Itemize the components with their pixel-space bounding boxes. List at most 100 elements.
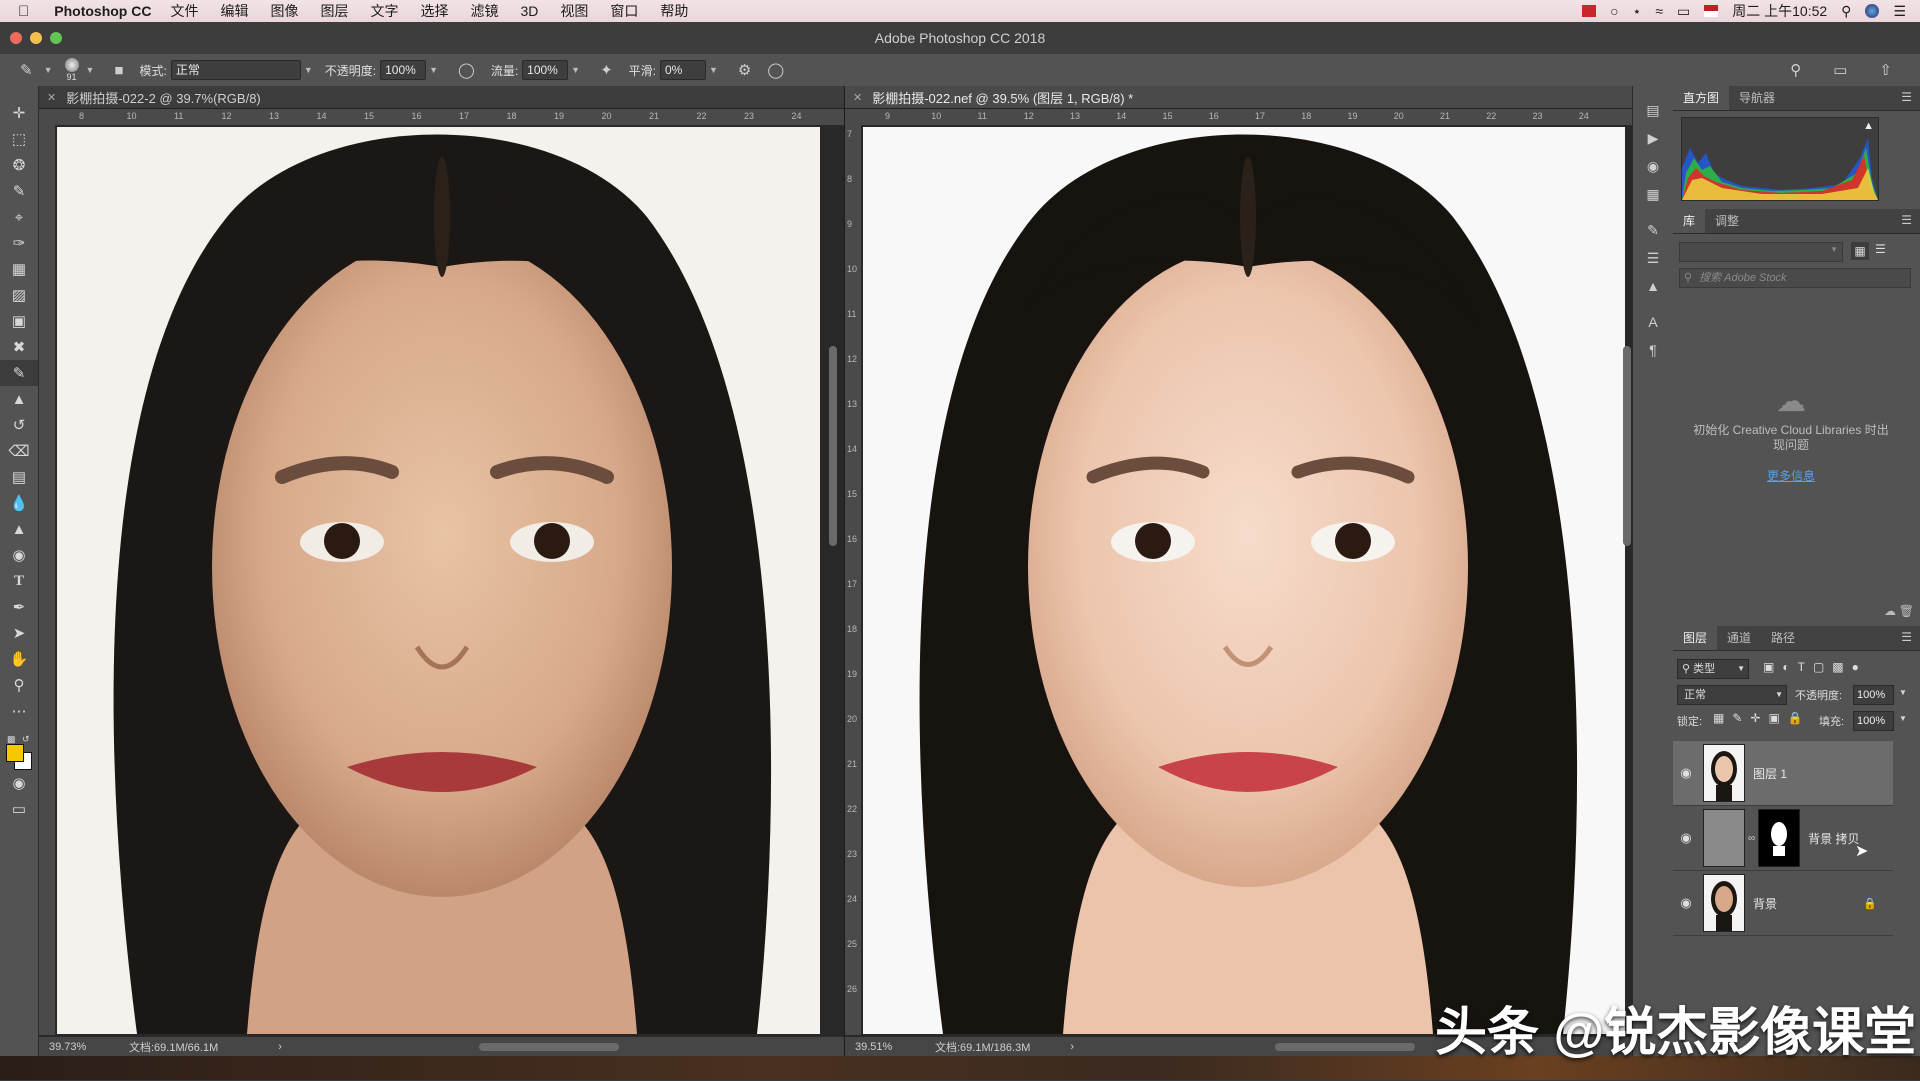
filter-pixel-icon[interactable]: ▣ [1763,660,1774,674]
brush-tool-icon[interactable]: ✎ [0,360,38,386]
zoom-level[interactable]: 39.73% [49,1041,129,1053]
vertical-scrollbar[interactable] [829,346,837,546]
clone-stamp-tool-icon[interactable]: ▲ [0,386,38,412]
trash-icon[interactable]: 🗑 [1899,604,1914,618]
layer-opacity-input[interactable]: 100% [1853,685,1894,705]
eyedropper-tool-icon[interactable]: ✑ [0,230,38,256]
visibility-eye-icon[interactable]: ◉ [1673,830,1699,846]
layer-kind-filter[interactable]: ⚲ 类型 ▼ [1677,659,1749,679]
chevron-down-icon[interactable]: ▼ [429,65,438,75]
bluetooth-icon[interactable]: ⋆ [1633,3,1642,20]
airplay-icon[interactable]: ▭ [1677,3,1690,20]
panel-menu-icon[interactable]: ☰ [1901,213,1912,227]
close-tab-icon[interactable]: ✕ [853,91,862,104]
gradient-tool-icon[interactable]: ▤ [0,464,38,490]
layer-lock-icon[interactable]: 🔒 [1863,897,1877,910]
image-canvas-after[interactable] [863,127,1625,1034]
status-app-icon[interactable] [1582,5,1597,17]
chevron-right-icon[interactable]: › [1070,1041,1074,1053]
panel-menu-icon[interactable]: ☰ [1901,90,1912,104]
menu-window[interactable]: 窗口 [610,1,638,21]
creative-cloud-icon[interactable]: ○ [1610,3,1618,19]
panel-menu-icon[interactable]: ☰ [1901,630,1912,644]
tab-navigator[interactable]: 导航器 [1729,86,1785,110]
lock-artboard-icon[interactable]: ▣ [1768,711,1779,725]
adjustments-sliders-icon[interactable]: ☰ [1633,244,1673,272]
cloud-sync-icon[interactable]: ☁ [1884,604,1896,618]
fill-input[interactable]: 100% [1853,711,1894,731]
document-tab-2[interactable]: ✕ 影棚拍摄-022.nef @ 39.5% (图层 1, RGB/8) * [845,86,1633,109]
menu-layer[interactable]: 图层 [320,1,348,21]
menu-type[interactable]: 文字 [370,1,398,21]
tab-histogram[interactable]: 直方图 [1673,86,1730,110]
tab-layers[interactable]: 图层 [1673,626,1718,650]
menu-3d[interactable]: 3D [520,3,538,19]
quick-mask-icon[interactable]: ◉ [0,770,38,796]
content-aware-move-icon[interactable]: ✖ [0,334,38,360]
close-window-button[interactable] [10,32,22,44]
screen-mode-icon[interactable]: ▭ [0,796,38,822]
horizontal-scrollbar[interactable] [479,1043,619,1051]
path-selection-tool-icon[interactable]: ➤ [0,620,38,646]
mask-link-icon[interactable]: ∞ [1748,833,1755,844]
tab-libraries[interactable]: 库 [1673,209,1706,233]
visibility-eye-icon[interactable]: ◉ [1673,765,1699,781]
layer-mask-thumbnail[interactable] [1758,809,1801,867]
chevron-down-icon[interactable]: ▼ [1899,714,1907,723]
app-menu[interactable]: Photoshop CC [54,3,151,19]
flow-input[interactable]: 100% [522,60,569,80]
more-tools-icon[interactable]: ⋯ [0,698,38,724]
lock-all-icon[interactable]: 🔒 [1788,711,1803,725]
crop-tool-icon[interactable]: ⌖ [0,204,38,230]
brush-size-picker[interactable]: 91 [64,58,79,82]
lasso-tool-icon[interactable]: ❂ [0,152,38,178]
notification-center-icon[interactable]: ☰ [1893,3,1906,20]
close-tab-icon[interactable]: ✕ [47,91,56,104]
document-tab-1[interactable]: ✕ 影棚拍摄-022-2 @ 39.7%(RGB/8) [39,86,844,109]
foreground-color-swatch[interactable] [6,744,24,762]
marquee-tool-icon[interactable]: ⬚ [0,126,38,152]
clone-source-icon[interactable]: ▲ [1633,272,1673,300]
histogram-warning-icon[interactable]: ▲ [1863,120,1874,132]
menu-filter[interactable]: 滤镜 [470,1,498,21]
vertical-scrollbar[interactable] [1623,346,1631,546]
character-panel-icon[interactable]: A [1633,308,1673,336]
layer-row-background-copy[interactable]: ◉ ∞ 背景 拷贝 [1673,806,1893,871]
move-tool-icon[interactable]: ✛ [0,100,38,126]
brush-tool-preset-icon[interactable]: ✎ [20,61,33,79]
blend-mode-select[interactable]: 正常 ▼ [1677,685,1787,705]
mode-select[interactable]: 正常 [170,60,301,80]
menu-file[interactable]: 文件 [170,1,198,21]
history-brush-tool-icon[interactable]: ↺ [0,412,38,438]
color-panel-icon[interactable]: ◉ [1633,152,1673,180]
chevron-right-icon[interactable]: › [278,1041,282,1053]
brush-settings-icon[interactable]: ✎ [1633,216,1673,244]
menu-help[interactable]: 帮助 [660,1,688,21]
menu-edit[interactable]: 编辑 [220,1,248,21]
gear-icon[interactable]: ⚙ [738,61,751,79]
image-canvas-before[interactable] [57,127,820,1034]
opacity-input[interactable]: 100% [380,60,427,80]
library-select[interactable]: ▼ [1679,242,1843,262]
zoom-tool-icon[interactable]: ⚲ [0,672,38,698]
chevron-down-icon[interactable]: ▼ [709,65,718,75]
chevron-down-icon[interactable]: ▼ [1899,688,1907,697]
document-size-info[interactable]: 文档:69.1M/186.3M [935,1039,1030,1055]
grid-view-icon[interactable]: ▦ [1851,242,1869,260]
layer-name[interactable]: 背景 拷贝 [1808,830,1859,847]
layer-name[interactable]: 图层 1 [1753,765,1787,782]
minimize-window-button[interactable] [30,32,42,44]
filter-adjustment-icon[interactable]: ◐ [1782,660,1789,674]
pressure-opacity-icon[interactable]: ◯ [458,61,475,79]
filter-shape-icon[interactable]: ▢ [1813,660,1824,674]
zoom-window-button[interactable] [50,32,62,44]
tab-paths[interactable]: 路径 [1761,626,1805,650]
search-icon[interactable]: ⚲ [1790,61,1801,79]
hand-tool-icon[interactable]: ✋ [0,646,38,672]
chevron-down-icon[interactable]: ▼ [304,65,313,75]
list-view-icon[interactable]: ☰ [1875,242,1886,256]
input-source-flag-icon[interactable] [1704,5,1719,17]
dodge-tool-icon[interactable]: ◉ [0,542,38,568]
visibility-eye-icon[interactable]: ◉ [1673,895,1699,911]
filter-smart-object-icon[interactable]: ▩ [1832,660,1843,674]
